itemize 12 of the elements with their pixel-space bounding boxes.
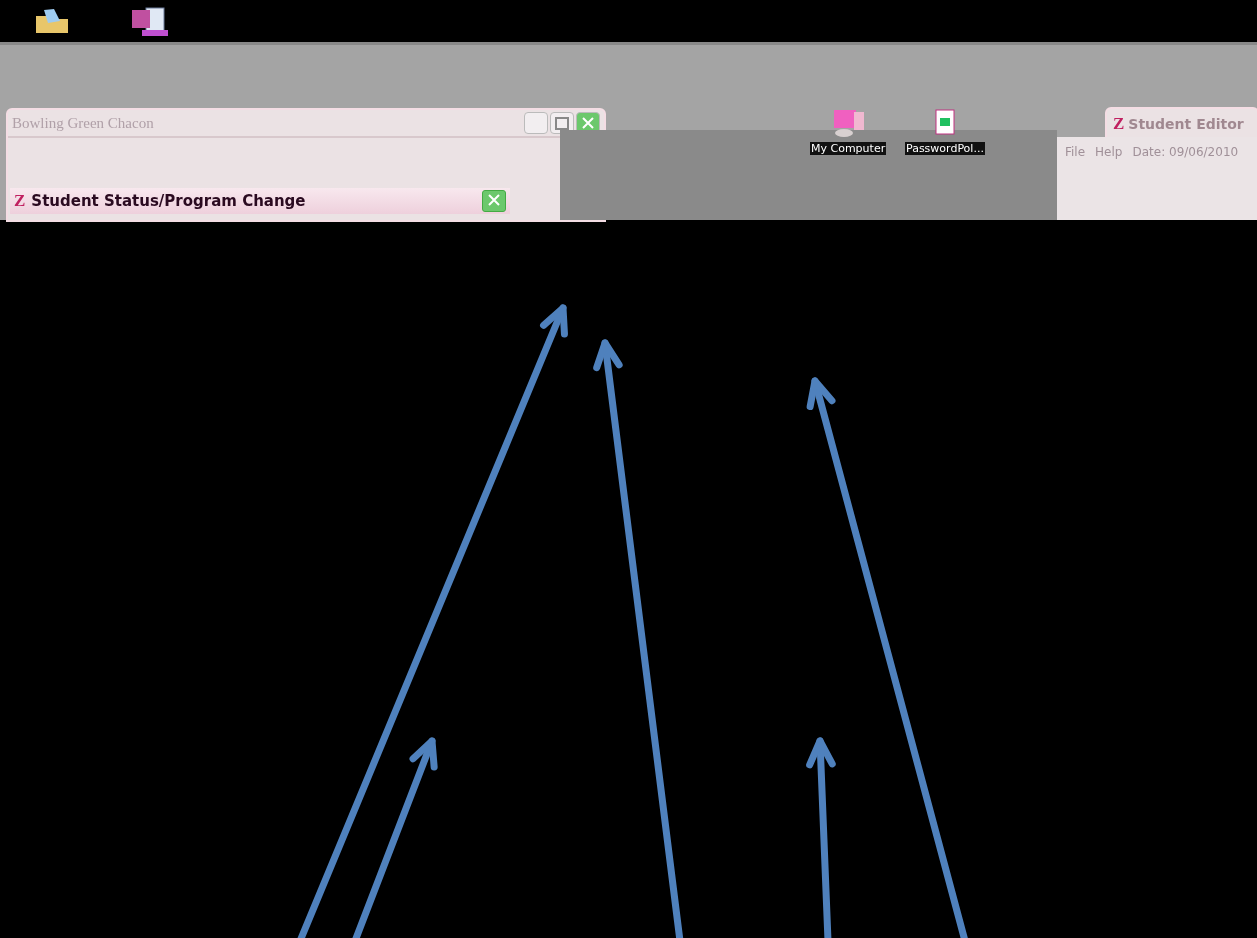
icon-label[interactable]: My Computer <box>810 142 887 155</box>
close-icon <box>582 117 594 129</box>
close-button[interactable] <box>482 190 506 212</box>
dialog-title: Student Status/Program Change <box>31 192 307 210</box>
app-logo: Z <box>14 191 26 211</box>
date-label: Date: 09/06/2010 <box>1132 145 1239 159</box>
folder-icon[interactable] <box>34 8 70 34</box>
window-title: Student Editor <box>1128 116 1244 132</box>
close-icon <box>488 193 500 206</box>
app-logo: Z <box>1113 114 1125 134</box>
window-title: Bowling Green Chacon <box>12 114 154 132</box>
icon-label[interactable]: PasswordPol... <box>905 142 985 155</box>
